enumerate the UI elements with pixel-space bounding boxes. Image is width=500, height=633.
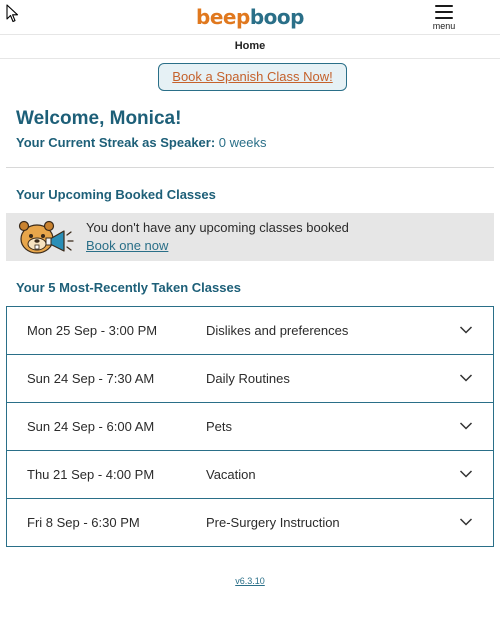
upcoming-classes-heading: Your Upcoming Booked Classes (16, 187, 216, 202)
megaphone-mascot-icon (18, 220, 74, 254)
streak-value: 0 weeks (218, 135, 267, 150)
class-row[interactable]: Fri 8 Sep - 6:30 PM Pre-Surgery Instruct… (6, 498, 494, 547)
chevron-down-icon (459, 422, 473, 430)
class-date: Sun 24 Sep - 6:00 AM (27, 419, 155, 434)
class-date: Fri 8 Sep - 6:30 PM (27, 515, 140, 530)
class-row[interactable]: Sun 24 Sep - 7:30 AM Daily Routines (6, 354, 494, 403)
section-divider (6, 167, 494, 168)
chevron-down-icon (459, 518, 473, 526)
logo-text-beep: beep (196, 5, 250, 29)
class-row[interactable]: Thu 21 Sep - 4:00 PM Vacation (6, 450, 494, 499)
class-date: Sun 24 Sep - 7:30 AM (27, 371, 155, 386)
class-topic: Daily Routines (206, 371, 290, 386)
class-topic: Pre-Surgery Instruction (206, 515, 340, 530)
menu-label: menu (432, 21, 456, 31)
version-link[interactable]: v6.3.10 (0, 576, 500, 586)
top-bar: beepboop menu (0, 0, 500, 34)
chevron-down-icon (459, 470, 473, 478)
chevron-down-icon (459, 374, 473, 382)
class-row[interactable]: Mon 25 Sep - 3:00 PM Dislikes and prefer… (6, 306, 494, 355)
logo-text-boop: boop (249, 5, 305, 29)
menu-button[interactable]: menu (427, 4, 461, 32)
page-title-bar: Home (0, 34, 500, 59)
recent-classes-list: Mon 25 Sep - 3:00 PM Dislikes and prefer… (6, 306, 494, 547)
page-title: Home (234, 40, 266, 52)
book-class-button[interactable]: Book a Spanish Class Now! (158, 63, 347, 91)
no-upcoming-message: You don't have any upcoming classes book… (86, 220, 349, 235)
chevron-down-icon (459, 326, 473, 334)
brand-logo[interactable]: beepboop (0, 5, 500, 29)
class-topic: Vacation (206, 467, 256, 482)
book-one-now-link[interactable]: Book one now (86, 238, 168, 253)
class-date: Mon 25 Sep - 3:00 PM (27, 323, 158, 338)
streak-line: Your Current Streak as Speaker: 0 weeks (16, 135, 267, 150)
streak-label: Your Current Streak as Speaker: (16, 135, 216, 150)
hamburger-icon (435, 5, 453, 19)
class-date: Thu 21 Sep - 4:00 PM (27, 467, 155, 482)
class-row[interactable]: Sun 24 Sep - 6:00 AM Pets (6, 402, 494, 451)
welcome-heading: Welcome, Monica! (16, 108, 182, 129)
class-topic: Pets (206, 419, 233, 434)
class-topic: Dislikes and preferences (206, 323, 349, 338)
upcoming-classes-panel: You don't have any upcoming classes book… (6, 213, 494, 261)
recent-classes-heading: Your 5 Most-Recently Taken Classes (16, 280, 241, 295)
